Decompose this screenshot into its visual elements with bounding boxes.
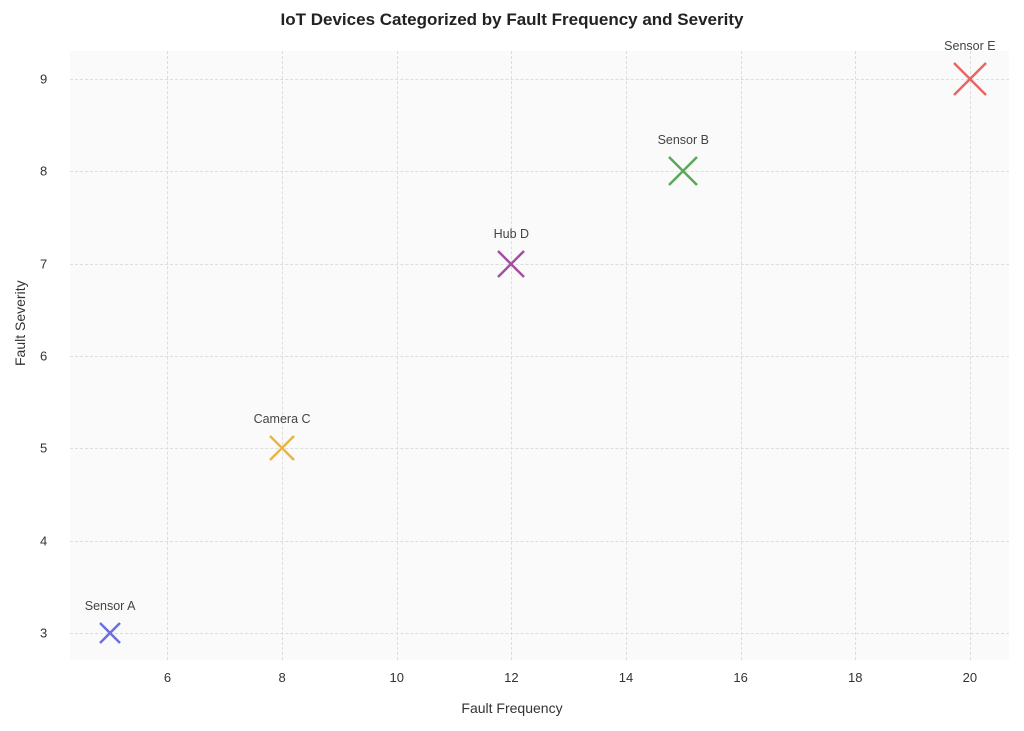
x-axis-label: Fault Frequency [0,700,1024,716]
x-tick-label: 6 [164,670,171,685]
grid-line [70,633,1009,634]
x-tick-label: 12 [504,670,518,685]
y-tick-label: 7 [40,256,47,271]
grid-line [70,79,1009,80]
grid-line [70,264,1009,265]
grid-line [70,448,1009,449]
x-tick-label: 18 [848,670,862,685]
point-label: Sensor A [85,599,136,613]
scatter-point [268,434,296,462]
y-tick-label: 4 [40,533,47,548]
scatter-point [952,61,988,97]
point-label: Sensor E [944,39,995,53]
y-tick-label: 5 [40,441,47,456]
grid-line [70,356,1009,357]
y-tick-label: 9 [40,71,47,86]
x-tick-label: 20 [963,670,977,685]
x-tick-label: 8 [278,670,285,685]
x-tick-label: 14 [619,670,633,685]
point-label: Sensor B [658,133,709,147]
scatter-point [496,249,526,279]
point-label: Hub D [494,227,529,241]
y-tick-label: 8 [40,164,47,179]
grid-line [70,541,1009,542]
y-axis-label: Fault Severity [12,280,28,366]
x-tick-label: 16 [733,670,747,685]
x-tick-label: 10 [389,670,403,685]
scatter-point [667,155,699,187]
scatter-point [98,621,122,645]
chart-title: IoT Devices Categorized by Fault Frequen… [0,10,1024,30]
plot-area: 681012141618203456789Sensor ACamera CHub… [70,50,1010,660]
y-tick-label: 6 [40,349,47,364]
grid-line [70,171,1009,172]
y-tick-label: 3 [40,626,47,641]
point-label: Camera C [254,412,311,426]
